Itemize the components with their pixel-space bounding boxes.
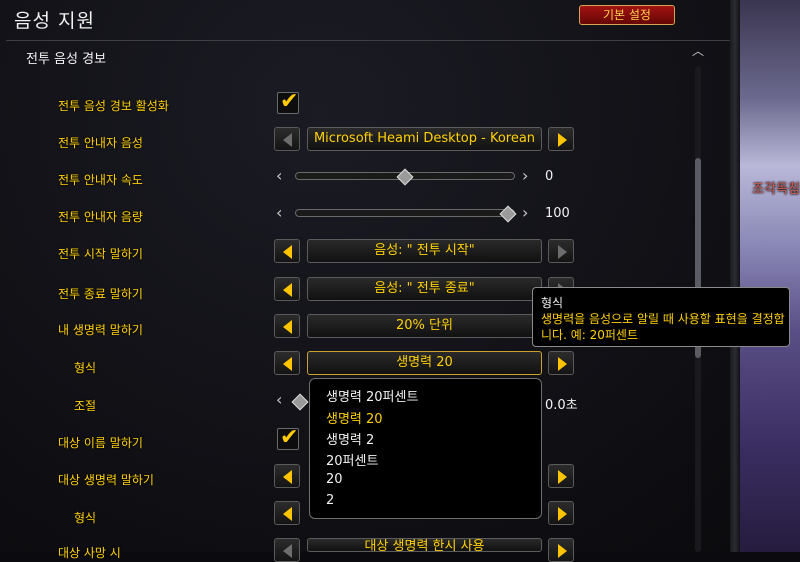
speed-decrease-icon[interactable]: ‹ [276, 168, 282, 184]
tooltip-title: 형식 [541, 296, 564, 310]
volume-value: 100 [545, 206, 570, 221]
speed-increase-icon[interactable]: › [522, 168, 528, 184]
arrow-left-icon [283, 133, 292, 147]
adjust-slider-thumb[interactable] [291, 393, 309, 411]
game-world-view [738, 0, 800, 552]
end-prev-button[interactable] [274, 277, 300, 301]
arrow-left-icon [283, 245, 292, 259]
dropdown-option[interactable]: 20퍼센트 [326, 450, 378, 469]
target-health-prev-button[interactable] [274, 464, 300, 488]
arrow-right-icon [558, 470, 567, 484]
tooltip-body: 생명력을 음성으로 알릴 때 사용할 표현을 결정합니다. 예: 20퍼센트 [541, 312, 785, 342]
start-prev-button[interactable] [274, 239, 300, 263]
adjust-decrease-icon[interactable]: ‹ [276, 392, 282, 408]
arrow-right-icon [558, 507, 567, 521]
announcer-voice-label: 전투 안내자 음성 [58, 136, 143, 150]
checkmark-icon: ✔ [280, 89, 299, 114]
page-title: 음성 지원 [14, 10, 95, 32]
dropdown-option[interactable]: 생명력 2 [326, 429, 374, 448]
scroll-up-icon[interactable]: ︿ [691, 44, 705, 58]
checkmark-icon: ✔ [280, 425, 299, 450]
format-dropdown-menu: 생명력 20퍼센트 생명력 20 생명력 2 20퍼센트 20 2 [309, 378, 542, 519]
settings-window: 조각독침 음성 지원 기본 설정 전투 음성 경보 ︿ 전투 음성 경보 활성화… [0, 0, 800, 562]
arrow-right-icon [558, 133, 567, 147]
enemy-nameplate: 조각독침 [706, 178, 800, 197]
my-health-label: 내 생명력 말하기 [58, 323, 143, 337]
voice-dropdown[interactable]: Microsoft Heami Desktop - Korean [307, 127, 542, 151]
my-health-dropdown[interactable]: 20% 단위 [307, 314, 542, 338]
nameplate-text: 조각독침 [752, 182, 800, 197]
arrow-right-icon [558, 544, 567, 558]
voice-prev-button[interactable] [274, 127, 300, 151]
window-border [730, 0, 740, 552]
my-health-prev-button[interactable] [274, 314, 300, 338]
target-death-dropdown[interactable]: 대상 생명력 한시 사용 [307, 538, 542, 552]
volume-slider[interactable] [295, 209, 515, 217]
target-name-label: 대상 이름 말하기 [58, 436, 143, 450]
arrow-left-icon [283, 507, 292, 521]
target-format-prev-button[interactable] [274, 501, 300, 525]
header-divider [6, 40, 730, 41]
combat-start-label: 전투 시작 말하기 [58, 247, 143, 261]
defaults-button[interactable]: 기본 설정 [579, 5, 675, 25]
target-health-label: 대상 생명력 말하기 [58, 473, 154, 487]
enable-alerts-label: 전투 음성 경보 활성화 [58, 99, 169, 113]
speed-value: 0 [545, 169, 554, 184]
volume-decrease-icon[interactable]: ‹ [276, 205, 282, 221]
target-death-label: 대상 사망 시 [58, 546, 121, 560]
arrow-right-icon [558, 357, 567, 371]
target-name-checkbox[interactable]: ✔ [277, 425, 299, 450]
format-tooltip: 형식 생명력을 음성으로 알릴 때 사용할 표현을 결정합니다. 예: 20퍼센… [532, 287, 790, 347]
section-title: 전투 음성 경보 [26, 52, 107, 67]
arrow-left-icon [283, 544, 292, 558]
arrow-left-icon [283, 470, 292, 484]
format-next-button[interactable] [548, 351, 574, 375]
combat-end-dropdown[interactable]: 음성: " 전투 종료" [307, 277, 542, 301]
arrow-left-icon [283, 283, 292, 297]
arrow-left-icon [283, 357, 292, 371]
arrow-left-icon [283, 320, 292, 334]
volume-increase-icon[interactable]: › [522, 205, 528, 221]
start-next-button[interactable] [548, 239, 574, 263]
adjust-label: 조절 [74, 399, 97, 413]
combat-start-dropdown[interactable]: 음성: " 전투 시작" [307, 239, 542, 263]
target-death-prev-button[interactable] [274, 538, 300, 562]
target-health-next-button[interactable] [548, 464, 574, 488]
target-format-label: 형식 [74, 511, 97, 525]
target-format-next-button[interactable] [548, 501, 574, 525]
dropdown-option[interactable]: 20 [326, 472, 343, 487]
announcer-speed-label: 전투 안내자 속도 [58, 173, 143, 187]
enable-alerts-checkbox[interactable]: ✔ [277, 89, 299, 114]
dropdown-option[interactable]: 2 [326, 493, 334, 508]
format-dropdown[interactable]: 생명력 20 [307, 351, 542, 375]
voice-next-button[interactable] [548, 127, 574, 151]
combat-end-label: 전투 종료 말하기 [58, 287, 143, 301]
announcer-volume-label: 전투 안내자 음량 [58, 210, 143, 224]
adjust-value: 0.0초 [545, 398, 578, 413]
format-prev-button[interactable] [274, 351, 300, 375]
format-label: 형식 [74, 361, 97, 375]
dropdown-option[interactable]: 생명력 20퍼센트 [326, 386, 418, 405]
arrow-right-icon [558, 245, 567, 259]
dropdown-option-selected[interactable]: 생명력 20 [326, 408, 383, 427]
target-death-next-button[interactable] [548, 538, 574, 562]
